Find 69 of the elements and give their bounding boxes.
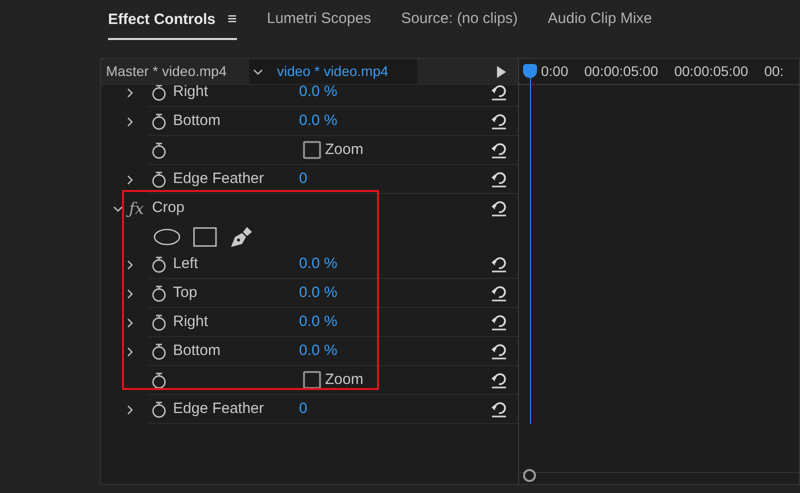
property-label: Right	[173, 312, 210, 332]
property-value[interactable]: 0.0 %	[299, 282, 338, 304]
stopwatch-icon[interactable]	[151, 400, 167, 418]
property-value[interactable]: 0	[299, 168, 308, 190]
chevron-right-icon[interactable]	[125, 174, 135, 184]
property-label: Edge Feather	[173, 168, 265, 189]
reset-icon[interactable]	[490, 85, 508, 100]
chevron-right-icon[interactable]	[125, 288, 135, 298]
stopwatch-icon[interactable]	[151, 170, 167, 188]
rectangle-mask-icon[interactable]	[193, 226, 217, 246]
chevron-right-icon[interactable]	[125, 260, 135, 270]
effect-name: Crop	[152, 198, 184, 218]
stopwatch-icon[interactable]	[151, 142, 167, 158]
clip-dropdown[interactable]: video * video.mp4	[249, 59, 417, 84]
checkbox-label: Zoom	[325, 370, 364, 390]
checkbox[interactable]	[303, 141, 321, 159]
property-label: Top	[173, 282, 198, 303]
scroll-handle[interactable]	[523, 469, 536, 482]
checkbox[interactable]	[303, 371, 321, 389]
property-value[interactable]: 0.0 %	[299, 110, 338, 132]
time-label: 00:	[764, 62, 784, 81]
chevron-right-icon[interactable]	[125, 88, 135, 98]
pen-tool-icon[interactable]	[229, 226, 253, 248]
reset-icon[interactable]	[490, 200, 508, 217]
time-label: 00:00:05:00	[674, 62, 748, 81]
chevron-right-icon[interactable]	[125, 116, 135, 126]
property-value[interactable]: 0.0 %	[299, 252, 338, 276]
property-value[interactable]: 0	[299, 398, 308, 420]
panel-tab[interactable]: Lumetri Scopes	[266, 8, 372, 38]
stopwatch-icon[interactable]	[151, 85, 167, 100]
reset-icon[interactable]	[490, 256, 508, 272]
stopwatch-icon[interactable]	[151, 256, 167, 272]
reset-icon[interactable]	[490, 142, 508, 158]
reset-icon[interactable]	[490, 170, 508, 188]
stopwatch-icon[interactable]	[151, 372, 167, 388]
time-label: 0:00	[541, 62, 568, 81]
chevron-down-icon[interactable]	[253, 66, 263, 76]
chevron-right-icon[interactable]	[125, 318, 135, 328]
checkbox-label: Zoom	[325, 140, 364, 160]
stopwatch-icon[interactable]	[151, 342, 167, 360]
property-value[interactable]: 0.0 %	[299, 310, 338, 334]
time-label: 00:00:05:00	[584, 62, 658, 81]
panel-tab[interactable]: Source: (no clips)	[401, 8, 518, 38]
reset-icon[interactable]	[490, 112, 508, 130]
menu-icon[interactable]: ≡	[228, 8, 237, 32]
panel-tab[interactable]: Audio Clip Mixe	[548, 8, 652, 38]
stopwatch-icon[interactable]	[151, 314, 167, 330]
reset-icon[interactable]	[490, 400, 508, 418]
reset-icon[interactable]	[490, 314, 508, 330]
property-label: Bottom	[173, 110, 222, 131]
ellipse-mask-icon[interactable]	[153, 228, 181, 246]
property-value[interactable]: 0.0 %	[299, 340, 338, 362]
reset-icon[interactable]	[490, 284, 508, 302]
play-icon[interactable]	[496, 66, 506, 78]
panel-tab[interactable]: Effect Controls ≡	[108, 8, 237, 40]
stopwatch-icon[interactable]	[151, 112, 167, 130]
playhead[interactable]	[523, 64, 537, 424]
reset-icon[interactable]	[490, 342, 508, 360]
chevron-right-icon[interactable]	[125, 404, 135, 414]
reset-icon[interactable]	[490, 372, 508, 388]
property-value[interactable]: 0.0 %	[299, 85, 338, 104]
property-label: Right	[173, 85, 210, 102]
master-clip-label[interactable]: Master * video.mp4	[101, 61, 249, 82]
stopwatch-icon[interactable]	[151, 284, 167, 302]
chevron-down-icon[interactable]	[112, 204, 122, 214]
property-label: Edge Feather	[173, 398, 265, 419]
property-label: Left	[173, 254, 200, 274]
property-label: Bottom	[173, 340, 222, 361]
chevron-right-icon[interactable]	[125, 346, 135, 356]
